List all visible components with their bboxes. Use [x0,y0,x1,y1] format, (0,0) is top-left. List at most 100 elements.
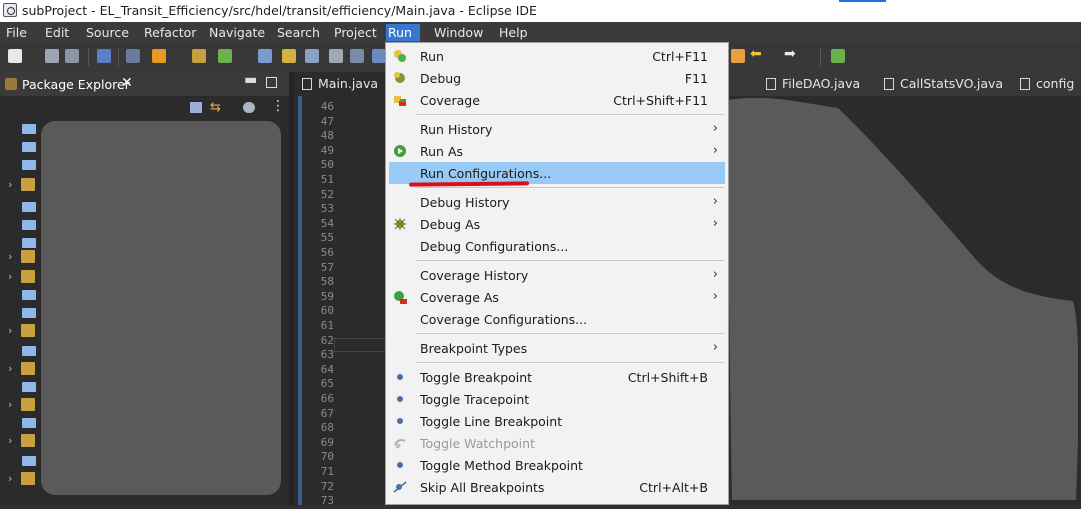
chevron-right-icon[interactable]: › [8,324,12,337]
tab-callstatsvo-java[interactable]: CallStatsVO.java [884,72,1003,96]
link-editor-icon[interactable]: ⇆ [210,100,221,115]
line-number: 46 [320,100,334,113]
chevron-right-icon[interactable]: › [8,178,12,191]
view-menu-icon[interactable]: ⋮ [271,98,285,114]
menu-navigate[interactable]: Navigate [206,24,268,41]
chevron-right-icon[interactable]: › [8,398,12,411]
back-arrow-icon[interactable]: ⬅ [750,46,764,62]
project-icon [21,270,35,283]
menu-window[interactable]: Window [431,24,486,41]
project-icon [21,250,35,263]
terminal-icon[interactable] [97,49,111,63]
menu-project[interactable]: Project [331,24,380,41]
tab-main-java[interactable]: Main.java [294,72,387,96]
menu-item-run-history[interactable]: Run History › [386,118,728,140]
menu-item-debug-configurations[interactable]: Debug Configurations... [386,235,728,257]
open-type-icon[interactable] [258,49,272,63]
collapse-all-icon[interactable] [190,102,202,113]
tab-label: CallStatsVO.java [900,76,1004,91]
task-icon[interactable] [305,49,319,63]
line-number: 71 [320,465,334,478]
menu-file[interactable]: File [3,24,30,41]
menu-item-toggle-breakpoint[interactable]: Toggle Breakpoint Ctrl+Shift+B [386,366,728,388]
save-all-icon[interactable] [65,49,79,63]
line-number: 48 [320,129,334,143]
project-icon [21,398,35,411]
folder-icon [22,202,36,212]
highlight-icon[interactable] [282,49,296,63]
method-breakpoint-dot-icon [397,462,403,468]
breakpoint-dot-icon [397,374,403,380]
chevron-right-icon[interactable]: › [8,362,12,375]
skip-icon[interactable] [126,49,140,63]
save-icon[interactable] [45,49,59,63]
chevron-right-icon[interactable]: › [8,250,12,263]
line-number: 70 [320,450,334,464]
menu-item-skip-all-breakpoints[interactable]: Skip All Breakpoints Ctrl+Alt+B [386,476,728,498]
menu-run[interactable]: Run [386,24,420,41]
menu-refactor[interactable]: Refactor [141,24,199,41]
menu-help[interactable]: Help [496,24,531,41]
watchpoint-icon [393,436,407,450]
para-icon[interactable] [372,49,386,63]
menu-item-toggle-method-breakpoint[interactable]: Toggle Method Breakpoint [386,454,728,476]
project-icon [21,362,35,375]
line-number: 67 [320,406,334,420]
menu-item-toggle-watchpoint: Toggle Watchpoint [386,432,728,454]
menu-search[interactable]: Search [274,24,323,41]
minimize-icon[interactable]: ▬ [244,72,257,88]
java-file-icon [884,78,894,90]
menu-item-coverage-as[interactable]: Coverage As › [386,286,728,308]
skip-breakpoints-icon [393,480,407,494]
folder-icon [22,382,36,392]
annotation-icon[interactable] [350,49,364,63]
new-icon[interactable] [8,49,22,63]
forward-arrow-icon[interactable]: ➡ [784,46,798,62]
line-number: 62 [320,333,334,347]
chevron-right-icon[interactable]: › [8,472,12,485]
pin-editor-icon[interactable] [831,49,845,63]
filter-icon[interactable] [243,102,255,113]
menu-item-coverage[interactable]: Coverage Ctrl+Shift+F11 [386,89,728,111]
line-number: 56 [320,246,334,259]
package-explorer-tab[interactable]: Package Explorer ✕ ▬ [0,72,289,97]
menu-source[interactable]: Source [83,24,132,41]
menu-item-breakpoint-types[interactable]: Breakpoint Types › [386,337,728,359]
menu-item-toggle-line-breakpoint[interactable]: Toggle Line Breakpoint [386,410,728,432]
menu-item-debug-as[interactable]: Debug As › [386,213,728,235]
line-number: 49 [320,143,334,157]
line-number: 66 [320,392,334,405]
tab-label: FileDAO.java [782,76,861,91]
folder-icon [22,290,36,300]
menu-item-run-configurations[interactable]: Run Configurations... [389,162,725,184]
tab-filedao-java[interactable]: FileDAO.java [766,72,860,96]
mark-icon[interactable] [329,49,343,63]
package-icon[interactable] [152,49,166,63]
menu-edit[interactable]: Edit [42,24,72,41]
line-number: 53 [320,202,334,216]
menu-item-debug[interactable]: Debug F11 [386,67,728,89]
chevron-right-icon[interactable]: › [8,434,12,447]
menu-item-coverage-history[interactable]: Coverage History › [386,264,728,286]
folder-icon [22,308,36,318]
close-icon[interactable]: ✕ [121,75,133,91]
tab-config[interactable]: config [1020,72,1074,96]
prev-edit-icon[interactable] [731,49,745,63]
menu-item-run-as[interactable]: Run As › [386,140,728,162]
chevron-right-icon[interactable]: › [8,270,12,283]
line-number: 51 [320,173,334,186]
maximize-icon[interactable] [266,77,277,88]
menu-item-run[interactable]: Run Ctrl+F11 [386,45,728,67]
line-number: 68 [320,421,334,435]
refresh-icon[interactable] [218,49,232,63]
line-number: 65 [320,377,334,391]
chevron-right-icon: › [712,216,718,231]
menu-item-coverage-configurations[interactable]: Coverage Configurations... [386,308,728,330]
menu-item-toggle-tracepoint[interactable]: Toggle Tracepoint [386,388,728,410]
menu-item-debug-history[interactable]: Debug History › [386,191,728,213]
tab-label: Main.java [318,76,379,91]
package-explorer-title: Package Explorer [22,77,130,92]
window-title: subProject - EL_Transit_Efficiency/src/h… [22,3,537,18]
new-project-icon[interactable] [192,49,206,63]
line-number: 63 [320,348,334,362]
